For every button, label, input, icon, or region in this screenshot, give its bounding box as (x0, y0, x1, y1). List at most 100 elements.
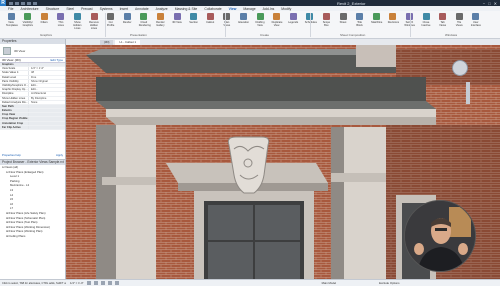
ribbon-panel-presentation: Presentation (130, 33, 147, 37)
sun-path-icon[interactable] (100, 281, 105, 285)
visual-style-icon[interactable] (93, 281, 98, 285)
view-cube[interactable] (452, 60, 468, 76)
close-button[interactable]: ✕ (494, 1, 497, 6)
tile-views-button[interactable]: Tile Views (454, 13, 464, 28)
minimize-button[interactable]: − (483, 1, 485, 6)
ribbon-button-label: Close Inactive (421, 21, 431, 27)
property-value[interactable] (28, 117, 64, 121)
view-type-icon (3, 46, 11, 55)
shadows-icon[interactable] (107, 281, 112, 285)
scope-box-button[interactable]: Scope Box (321, 13, 331, 28)
properties-footer: Properties help Apply (2, 153, 63, 158)
template-button[interactable]: View Templates (6, 13, 18, 28)
title-block-button[interactable]: Title Block (355, 13, 365, 28)
property-name: Graphic Display Op... (2, 88, 28, 92)
property-value[interactable]: Architectural (28, 92, 64, 96)
cloud-button[interactable]: Cloud Rendering (139, 13, 151, 28)
remove-hidden-icon (90, 13, 98, 20)
maximize-button[interactable]: □ (488, 1, 490, 6)
property-row[interactable]: Far Clip Active (0, 125, 65, 130)
callout-button[interactable]: Callout (205, 13, 215, 28)
render-button[interactable]: Render (122, 13, 132, 28)
detail-level-icon[interactable] (86, 281, 91, 285)
property-name: Parts Visibility (2, 79, 19, 83)
ribbon-panel-windows: Windows (445, 33, 458, 37)
drafting-button[interactable]: Drafting View (255, 13, 265, 28)
property-name: Visibility/Graphics O... (2, 83, 28, 87)
ribbon-tab-architecture[interactable]: Architecture (20, 7, 38, 11)
property-value[interactable] (28, 63, 64, 67)
ribbon-tab-insert[interactable]: Insert (120, 7, 128, 11)
property-name: Default Analysis Dis... (2, 100, 28, 104)
plan-button[interactable]: Plan Views (222, 13, 232, 28)
revisions-button[interactable]: Revisions (388, 13, 399, 28)
remove-hidden-button[interactable]: Remove Hidden Lines (89, 13, 99, 30)
ribbon-tab-steel[interactable]: Steel (66, 7, 74, 11)
ribbon-tab-analyze[interactable]: Analyze (156, 7, 168, 11)
edit-type-button[interactable]: Edit Type (51, 58, 63, 62)
ribbon-tab-file[interactable]: File (8, 7, 13, 11)
undo-icon[interactable] (21, 1, 25, 5)
property-value[interactable] (28, 113, 64, 117)
ribbon-tab-add-ins[interactable]: Add-Ins (263, 7, 275, 11)
user-interface-button[interactable]: User Interface (471, 13, 481, 28)
property-name: Graphics (2, 63, 14, 66)
ribbon-tab-view[interactable]: View (229, 7, 237, 11)
open-icon[interactable] (9, 1, 13, 5)
property-value[interactable]: 1/4" = 1'-0" (28, 67, 64, 71)
ribbon-tab-annotate[interactable]: Annotate (135, 7, 149, 11)
type-selector[interactable]: 3D View (0, 44, 65, 58)
navigation-bar[interactable] (466, 82, 470, 104)
ribbon-tab-precast[interactable]: Precast (81, 7, 93, 11)
ribbon-tab-structure[interactable]: Structure (46, 7, 60, 11)
properties-help-link[interactable]: Properties help (2, 153, 21, 158)
duplicate-button[interactable]: Duplicate View (272, 13, 282, 28)
property-value[interactable] (28, 121, 64, 125)
revisions-icon (389, 13, 397, 20)
ribbon-tab-collaborate[interactable]: Collaborate (204, 7, 221, 11)
property-value[interactable]: Edit... (28, 83, 64, 88)
visibility-button[interactable]: Visibility/ Graphics (23, 13, 33, 28)
sheet-button[interactable]: Sheet (338, 13, 348, 28)
ribbon-tab-modify[interactable]: Modify (281, 7, 291, 11)
ribbon-tab-systems[interactable]: Systems (100, 7, 113, 11)
ribbon-button-label: Plan Views (223, 21, 231, 27)
apply-button[interactable]: Apply (56, 153, 63, 158)
ribbon-tab-manage[interactable]: Manage (243, 7, 255, 11)
property-value[interactable]: None (28, 100, 64, 104)
property-value[interactable] (28, 104, 64, 109)
ribbon-tab-massing-site[interactable]: Massing & Site (175, 7, 198, 11)
elevation-button[interactable]: Elevation (238, 13, 249, 28)
hidden-lines-button[interactable]: Show Hidden Lines (72, 13, 82, 30)
user-interface-icon (472, 13, 480, 20)
view-control-bar: 1/4" = 1'-0" Main Model Exclude Options (66, 279, 500, 286)
legend-button[interactable]: Legends (288, 13, 298, 28)
ribbon-panel-graphics: Graphics (40, 33, 53, 37)
view-scale[interactable]: 1/4" = 1'-0" (70, 281, 84, 285)
filter-icon (40, 13, 48, 20)
cube-button[interactable]: 3D View (172, 13, 182, 28)
property-value[interactable]: Fine (28, 75, 64, 79)
gallery-button[interactable]: Render Gallery (155, 13, 165, 28)
browser-tree-item[interactable]: ⊞ Ceiling Plans (0, 234, 65, 239)
section-button[interactable]: Section (189, 13, 199, 28)
redo-icon[interactable] (27, 1, 31, 5)
crop-view-icon[interactable] (114, 281, 119, 285)
property-value[interactable] (28, 125, 64, 129)
property-value[interactable]: Edit... (28, 88, 64, 92)
tab-views-button[interactable]: Tab Views (438, 13, 448, 28)
ribbon-button-label: View Templates (6, 21, 18, 27)
print-icon[interactable] (33, 1, 37, 5)
property-value[interactable]: 48 (28, 71, 64, 75)
cut-profile-button[interactable]: Cut Profile (106, 13, 116, 28)
property-value[interactable] (28, 109, 64, 113)
save-icon[interactable] (15, 1, 19, 5)
thin-lines-button[interactable]: Thin Lines (56, 13, 66, 28)
property-value[interactable]: Show Original (28, 79, 64, 83)
close-inactive-button[interactable]: Close Inactive (421, 13, 431, 28)
main-model-label[interactable]: Main Model (322, 281, 336, 285)
exclude-options-label[interactable]: Exclude Options (379, 281, 399, 285)
property-value[interactable]: By Discipline (28, 96, 64, 100)
matchline-button[interactable]: Matchline (371, 13, 382, 28)
filter-button[interactable]: Filters (39, 13, 49, 28)
